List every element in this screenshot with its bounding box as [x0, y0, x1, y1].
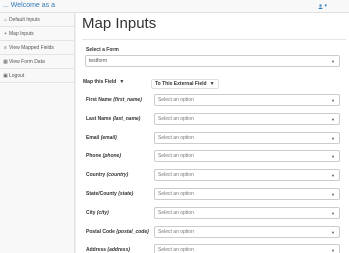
mapping-row: Address (address) Select an option ▼: [76, 244, 349, 253]
mapping-field-label: Phone (phone): [86, 153, 121, 159]
mapping-field-label: Last Name (last_name): [86, 116, 140, 122]
mapping-field-label: Email (email): [86, 135, 117, 141]
sidebar-item-map-inputs[interactable]: + Map Inputs: [0, 27, 74, 41]
form-select-label: Select a Form: [86, 47, 119, 53]
chevron-down-icon: ▼: [331, 173, 335, 179]
chevron-down-icon: ▼: [331, 248, 335, 253]
mapping-field-label: Postal Code (postal_code): [86, 229, 149, 235]
field-name: First Name: [86, 97, 112, 103]
select-placeholder: Select an option: [158, 115, 194, 122]
chevron-down-icon: ▼: [331, 210, 335, 216]
chevron-down-icon: ▼: [331, 229, 335, 235]
sidebar-item-logout[interactable]: ▣ Logout: [0, 69, 74, 83]
mapping-field-label: First Name (first_name): [86, 97, 142, 103]
mapping-field-label: State/County (state): [86, 191, 133, 197]
sidebar-item-view-mapped-fields[interactable]: ≡ View Mapped Fields: [0, 41, 74, 55]
sidebar-item-label: View Form Data: [9, 58, 45, 65]
select-placeholder: Select an option: [158, 247, 194, 253]
plus-icon: +: [4, 30, 7, 37]
external-field-select[interactable]: Select an option ▼: [154, 150, 340, 163]
column-header-external-field[interactable]: To This External Field ▼: [151, 79, 219, 89]
page-title: Map Inputs: [82, 15, 157, 32]
mapping-row: State/County (state) Select an option ▼: [76, 188, 349, 207]
mapping-row: Email (email) Select an option ▼: [76, 131, 349, 151]
sort-arrow-icon: ▼: [119, 79, 125, 85]
mapping-row: Country (country) Select an option ▼: [76, 169, 349, 188]
list-icon: ≡: [4, 44, 7, 51]
mapping-field-label: Address (address): [86, 247, 130, 253]
external-field-select[interactable]: Select an option ▼: [154, 94, 340, 106]
sidebar-item-default-inputs[interactable]: ⌂ Default Inputs: [0, 13, 74, 27]
external-field-select[interactable]: Select an option ▼: [154, 244, 340, 253]
field-key: (address): [107, 247, 130, 253]
chevron-down-icon: ▼: [331, 154, 335, 160]
sidebar-item-view-form-data[interactable]: ▦ View Form Data: [0, 55, 74, 69]
field-key: (city): [96, 209, 109, 216]
field-name: Email: [86, 134, 100, 141]
external-field-select[interactable]: Select an option ▼: [154, 169, 340, 182]
mapping-row: City (city) Select an option ▼: [76, 206, 349, 226]
chevron-down-icon: ▼: [331, 98, 335, 103]
external-field-select[interactable]: Select an option ▼: [154, 112, 340, 125]
form-select-value: testform: [89, 58, 108, 64]
mapping-field-label: Country (country): [86, 172, 128, 178]
brand-link[interactable]: ... Welcome as a: [3, 2, 55, 9]
select-placeholder: Select an option: [158, 228, 194, 235]
form-select[interactable]: testform ▼: [85, 55, 340, 67]
external-field-select[interactable]: Select an option ▼: [154, 131, 340, 144]
field-key: (first_name): [113, 97, 142, 103]
select-placeholder: Select an option: [158, 153, 194, 160]
field-key: (postal_code): [116, 228, 149, 235]
external-field-select[interactable]: Select an option ▼: [154, 225, 340, 238]
user-menu[interactable]: ▾: [318, 3, 327, 9]
external-field-select[interactable]: Select an option ▼: [154, 206, 340, 219]
mapping-row: First Name (first_name) Select an option ▼: [76, 94, 349, 113]
external-field-select[interactable]: Select an option ▼: [154, 188, 340, 200]
sidebar-item-label: Logout: [9, 72, 25, 79]
chevron-down-icon: ▼: [331, 116, 335, 122]
field-key: (last_name): [112, 115, 141, 122]
field-key: (email): [100, 134, 117, 141]
main-content: Map Inputs Select a Form testform ▼ Map …: [76, 13, 349, 253]
title-divider: [82, 39, 346, 40]
select-placeholder: Select an option: [158, 191, 194, 197]
chevron-down-icon: ▼: [331, 135, 335, 141]
field-name: Country: [86, 172, 106, 179]
field-key: (state): [118, 191, 134, 197]
field-name: State/County: [86, 191, 117, 197]
column-header-map-field[interactable]: Map this Field ▼: [83, 79, 124, 85]
table-icon: ▦: [3, 58, 8, 65]
field-name: Postal Code: [86, 228, 115, 235]
sort-arrow-icon: ▼: [209, 81, 215, 87]
home-icon: ⌂: [3, 16, 8, 23]
chevron-down-icon: ▼: [331, 192, 335, 197]
top-navbar: ... Welcome as a ▾: [0, 0, 349, 13]
mapping-field-label: City (city): [86, 210, 109, 216]
chevron-down-icon: ▾: [324, 3, 327, 9]
user-icon: [318, 3, 324, 9]
field-name: Address: [86, 247, 107, 253]
select-placeholder: Select an option: [158, 209, 194, 216]
chevron-down-icon: ▼: [331, 59, 335, 64]
sidebar-item-label: Map Inputs: [9, 30, 34, 37]
field-name: Last Name: [86, 115, 112, 122]
select-placeholder: Select an option: [158, 172, 194, 179]
sidebar: ⌂ Default Inputs + Map Inputs ≡ View Map…: [0, 13, 75, 253]
column-header-label: Map this Field: [83, 79, 117, 85]
field-name: Phone: [86, 153, 102, 160]
field-key: (phone): [102, 153, 121, 160]
mapping-row: Postal Code (postal_code) Select an optio…: [76, 225, 349, 245]
select-placeholder: Select an option: [158, 134, 194, 141]
sidebar-item-label: View Mapped Fields: [9, 44, 54, 51]
column-header-label: To This External Field: [155, 81, 207, 87]
mapping-row: Phone (phone) Select an option ▼: [76, 150, 349, 169]
field-key: (country): [106, 172, 129, 179]
field-name: City: [86, 209, 96, 216]
logout-icon: ▣: [3, 72, 8, 79]
mapping-row: Last Name (last_name) Select an option ▼: [76, 112, 349, 132]
select-placeholder: Select an option: [158, 97, 194, 103]
sidebar-item-label: Default Inputs: [9, 16, 40, 23]
